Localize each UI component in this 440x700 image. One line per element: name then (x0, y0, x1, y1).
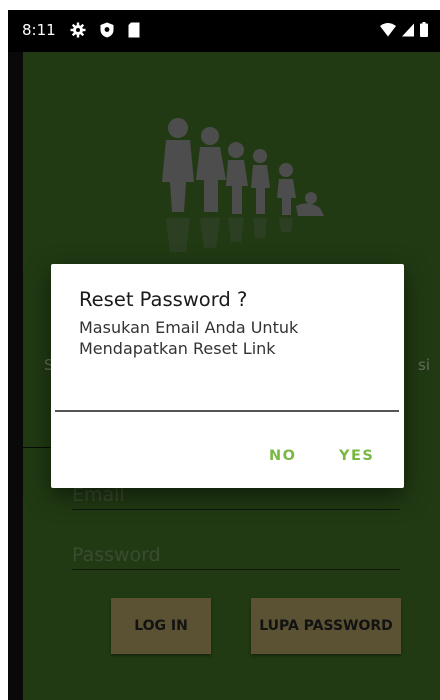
dialog-message: Masukan Email Anda Untuk Mendapatkan Res… (79, 318, 299, 358)
sd-card-icon (128, 22, 140, 42)
shield-icon (100, 22, 114, 42)
status-icons-right (380, 22, 428, 41)
battery-icon (420, 22, 428, 41)
dialog-title: Reset Password ? (79, 288, 248, 311)
yes-button[interactable]: YES (339, 448, 374, 464)
status-time: 8:11 (22, 21, 56, 39)
status-bar: 8:11 (8, 10, 440, 52)
reset-email-underline (55, 410, 399, 412)
signal-icon (402, 22, 414, 41)
wifi-icon (380, 22, 396, 41)
reset-email-input[interactable] (55, 376, 399, 412)
reset-password-dialog: Reset Password ? Masukan Email Anda Untu… (51, 264, 404, 488)
no-button[interactable]: NO (269, 448, 296, 464)
gear-icon (70, 22, 86, 42)
status-icons-left (70, 22, 140, 42)
